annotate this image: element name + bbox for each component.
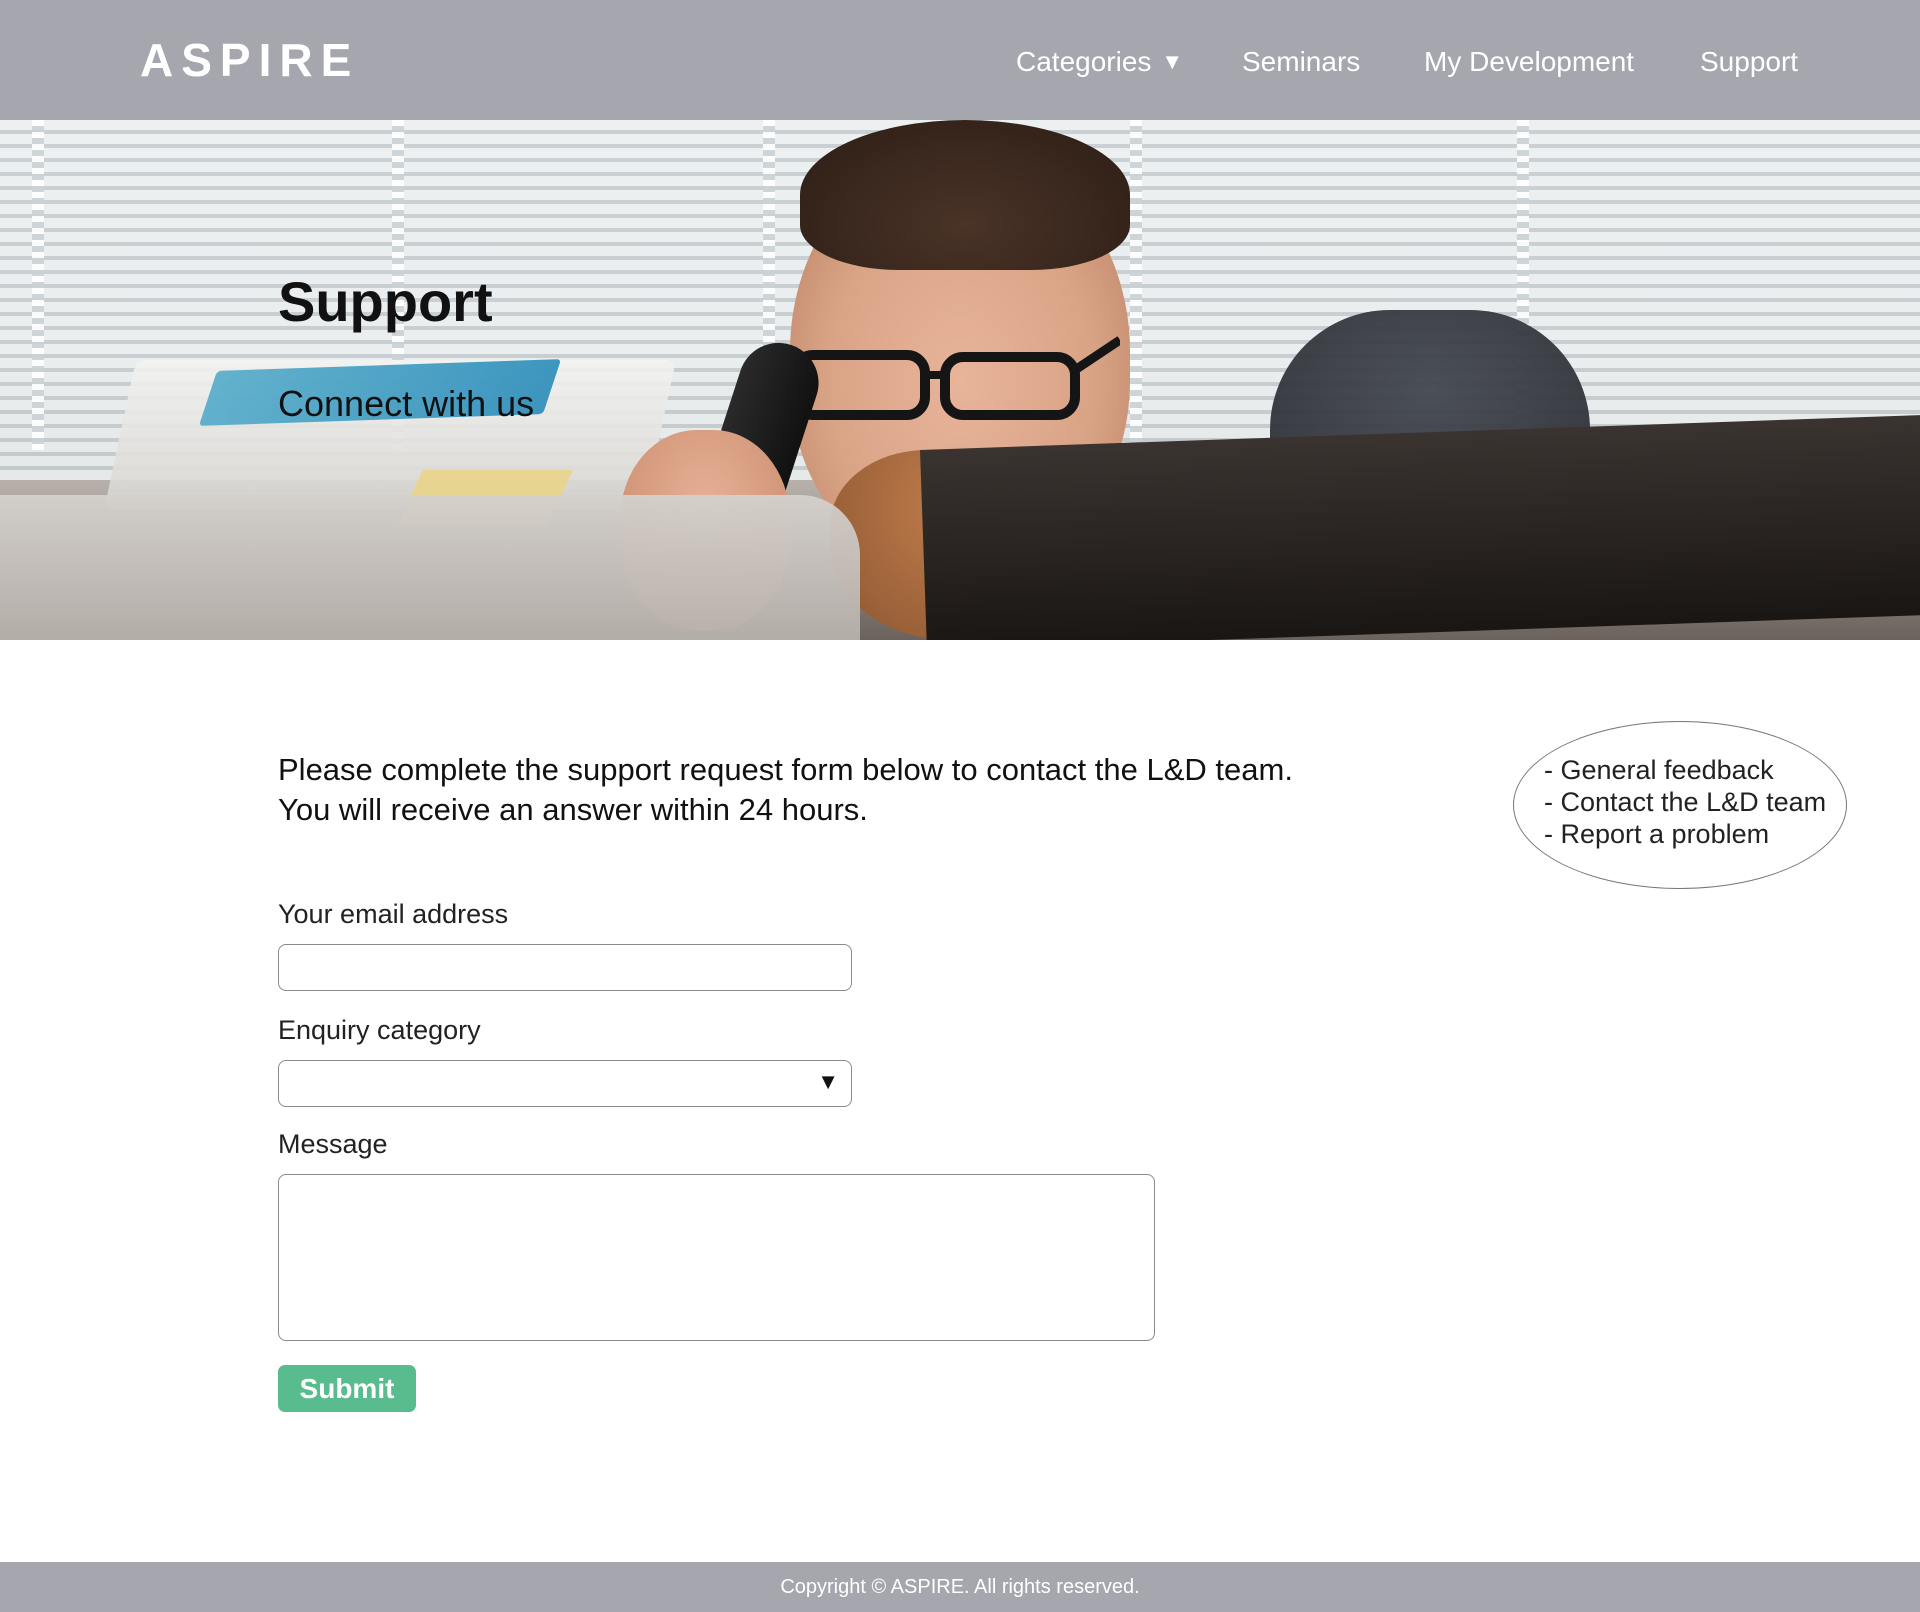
monitor-right-image: [920, 414, 1920, 640]
chevron-down-icon: ▼: [817, 1069, 839, 1094]
nav-item-support[interactable]: Support: [1700, 42, 1798, 82]
message-label: Message: [278, 1129, 388, 1159]
top-header: ASPIRE Categories ▼ Seminars My Developme…: [0, 0, 1920, 120]
message-field-wrapper: [278, 1174, 1155, 1341]
nav-item-label: Categories: [1016, 46, 1152, 77]
nav-item-categories[interactable]: Categories ▼: [1016, 42, 1183, 82]
page-subtitle: Connect with us: [278, 383, 535, 424]
topic-contact-team[interactable]: - Contact the L&D team: [1544, 786, 1826, 818]
blind-cord-image: [32, 120, 44, 450]
intro-line: You will receive an answer within 24 hou…: [278, 792, 868, 827]
hero-banner: Support Connect with us: [0, 120, 1920, 640]
main-nav: Categories ▼ Seminars My Development Supp…: [0, 42, 1920, 82]
email-field-wrapper: [278, 944, 852, 991]
nav-item-seminars[interactable]: Seminars: [1242, 42, 1360, 82]
email-field[interactable]: [279, 945, 851, 990]
support-topics-bubble: - General feedback - Contact the L&D tea…: [1513, 721, 1847, 889]
category-select[interactable]: ▼: [278, 1060, 852, 1107]
intro-text: Please complete the support request form…: [278, 750, 1418, 830]
person-hair-image: [800, 120, 1130, 270]
page-title: Support: [278, 270, 493, 333]
topic-general-feedback[interactable]: - General feedback: [1544, 754, 1826, 786]
email-label: Your email address: [278, 899, 509, 929]
chevron-down-icon: ▼: [1161, 49, 1184, 74]
monitor-left-image: [0, 495, 860, 640]
page-footer: Copyright © ASPIRE. All rights reserved.: [0, 1562, 1920, 1612]
blind-cord-image: [1130, 120, 1142, 450]
message-textarea[interactable]: [279, 1175, 1154, 1340]
nav-item-my-development[interactable]: My Development: [1424, 42, 1634, 82]
category-label: Enquiry category: [278, 1015, 481, 1045]
intro-line: Please complete the support request form…: [278, 752, 1293, 787]
submit-button[interactable]: Submit: [278, 1365, 416, 1412]
support-topics-list: - General feedback - Contact the L&D tea…: [1544, 754, 1826, 850]
glasses-image: [790, 336, 1120, 420]
copyright-text: Copyright © ASPIRE. All rights reserved.: [780, 1576, 1140, 1598]
topic-report-problem[interactable]: - Report a problem: [1544, 818, 1826, 850]
